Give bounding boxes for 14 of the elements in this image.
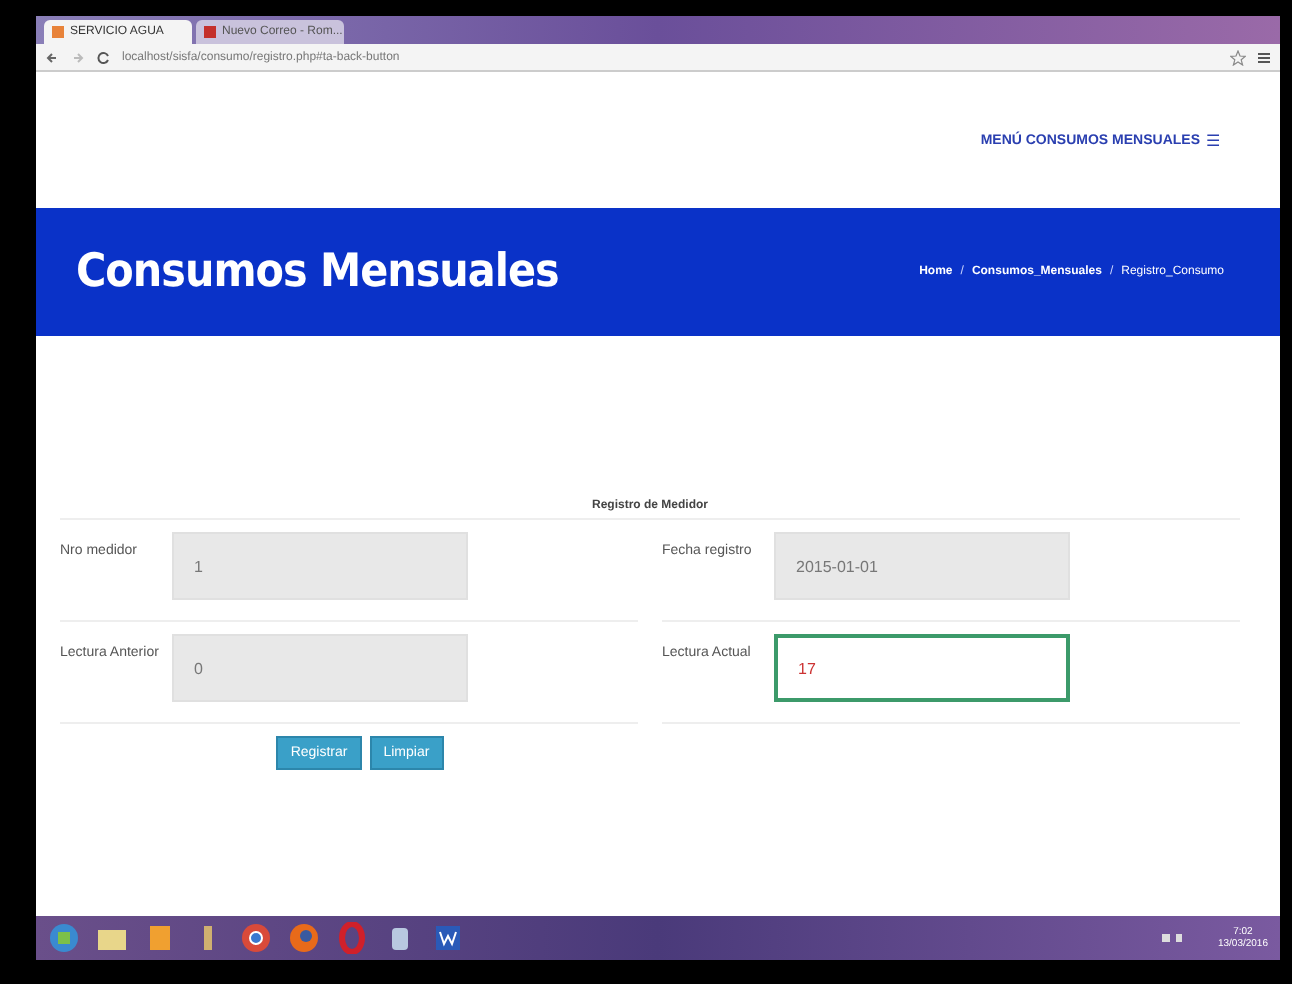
chrome-browser-icon[interactable] bbox=[240, 922, 272, 954]
input-field[interactable]: 17 bbox=[774, 634, 1070, 702]
menu-icon[interactable] bbox=[1256, 49, 1272, 65]
reload-icon[interactable] bbox=[96, 49, 112, 65]
star-icon[interactable] bbox=[1230, 49, 1246, 65]
menu-icon[interactable]: ☰ bbox=[1206, 131, 1220, 149]
page-icon bbox=[52, 26, 64, 38]
back-arrow-icon[interactable] bbox=[44, 49, 60, 65]
page-icon bbox=[204, 26, 216, 38]
word-icon[interactable] bbox=[432, 922, 464, 954]
page-title: Consumos Mensuales bbox=[76, 246, 559, 298]
media-player-icon[interactable] bbox=[144, 922, 176, 954]
start-button-icon[interactable] bbox=[48, 922, 80, 954]
firefox-browser-icon[interactable] bbox=[288, 922, 320, 954]
